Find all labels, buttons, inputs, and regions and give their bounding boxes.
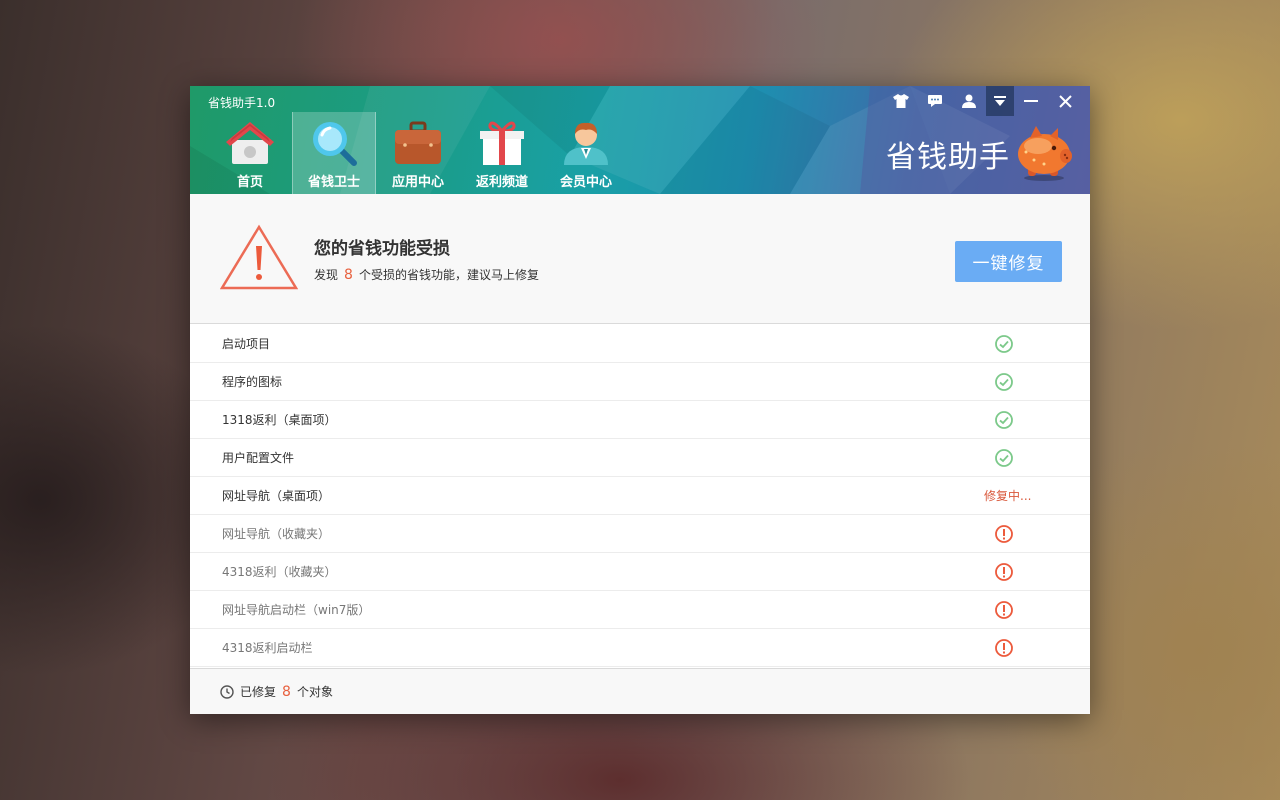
repairing-status: 修复中... <box>984 489 1032 503</box>
clock-icon <box>220 684 234 699</box>
briefcase-icon <box>393 118 443 168</box>
check-ok-icon <box>984 448 1024 467</box>
item-label: 网址导航（收藏夹） <box>222 527 331 541</box>
item-label: 用户配置文件 <box>222 451 295 465</box>
check-ok-icon <box>984 372 1024 391</box>
damaged-count: 8 <box>344 267 353 283</box>
list-item: 网址导航（桌面项） 修复中... <box>190 477 1090 515</box>
item-label: 启动项目 <box>222 337 271 351</box>
item-label: 4318返利启动栏 <box>222 641 313 655</box>
gift-icon <box>477 118 527 168</box>
nav-item-home[interactable]: 首页 <box>208 112 292 194</box>
footer-prefix: 已修复 <box>240 685 277 699</box>
app-title: 省钱助手1.0 <box>208 96 276 110</box>
status-footer: 已修复 8 个对象 <box>190 668 1090 714</box>
list-item: 网址导航（收藏夹） <box>190 515 1090 553</box>
nav-label: 省钱卫士 <box>307 175 360 190</box>
alert-sub-suffix: 个受损的省钱功能，建议马上修复 <box>358 268 539 282</box>
warning-triangle-icon <box>219 224 299 294</box>
nav-item-money-guard[interactable]: 省钱卫士 <box>292 112 376 194</box>
list-item: 程序的图标 <box>190 363 1090 401</box>
window-controls <box>884 86 1082 116</box>
footer-suffix: 个对象 <box>296 685 333 699</box>
nav-item-member-center[interactable]: 会员中心 <box>544 112 628 194</box>
footer-text: 已修复 8 个对象 <box>240 683 333 700</box>
brand-text: 省钱助手 <box>886 140 1010 175</box>
skin-icon[interactable] <box>884 86 918 116</box>
warning-circle-icon <box>984 638 1024 657</box>
nav-label: 会员中心 <box>559 175 612 190</box>
header-bar: 省钱助手1.0 首页 省钱卫士 应用中心 返利频道 会员中心 省钱助手 <box>190 86 1090 194</box>
item-label: 网址导航启动栏（win7版） <box>222 603 371 617</box>
main-nav: 首页 省钱卫士 应用中心 返利频道 会员中心 <box>208 112 628 194</box>
nav-label: 应用中心 <box>391 175 444 190</box>
nav-item-app-center[interactable]: 应用中心 <box>376 112 460 194</box>
magnifier-icon <box>309 118 359 168</box>
list-item: 4318返利启动栏 <box>190 629 1090 667</box>
nav-label: 首页 <box>236 175 263 190</box>
close-icon[interactable] <box>1048 86 1082 116</box>
alert-sub-prefix: 发现 <box>314 268 339 282</box>
list-item: 启动项目 <box>190 325 1090 363</box>
check-ok-icon <box>984 334 1024 353</box>
piggy-bank-icon <box>1014 122 1074 186</box>
warning-circle-icon <box>984 600 1024 619</box>
feedback-icon[interactable] <box>918 86 952 116</box>
user-icon[interactable] <box>952 86 986 116</box>
repaired-count: 8 <box>282 684 291 700</box>
item-label: 网址导航（桌面项） <box>222 489 331 503</box>
warning-circle-icon <box>984 524 1024 543</box>
app-window: 省钱助手1.0 首页 省钱卫士 应用中心 返利频道 会员中心 省钱助手 您的省钱… <box>190 86 1090 714</box>
menu-dropdown-icon[interactable] <box>986 86 1014 116</box>
item-label: 程序的图标 <box>222 375 283 389</box>
list-item: 用户配置文件 <box>190 439 1090 477</box>
home-icon <box>225 118 275 168</box>
minimize-icon[interactable] <box>1014 86 1048 116</box>
item-label: 1318返利（桌面项） <box>222 413 337 427</box>
item-label: 4318返利（收藏夹） <box>222 565 337 579</box>
brand-logo: 省钱助手 <box>886 122 1074 186</box>
alert-subtitle: 发现 8 个受损的省钱功能，建议马上修复 <box>314 266 539 283</box>
alert-title: 您的省钱功能受损 <box>314 239 450 259</box>
damage-alert-panel: 您的省钱功能受损 发现 8 个受损的省钱功能，建议马上修复 一键修复 <box>190 194 1090 324</box>
list-item: 1318返利（桌面项） <box>190 401 1090 439</box>
one-click-fix-button[interactable]: 一键修复 <box>955 241 1062 282</box>
nav-item-rebate-channel[interactable]: 返利频道 <box>460 112 544 194</box>
member-avatar-icon <box>561 118 611 168</box>
list-item: 网址导航启动栏（win7版） <box>190 591 1090 629</box>
list-item: 4318返利（收藏夹） <box>190 553 1090 591</box>
warning-circle-icon <box>984 562 1024 581</box>
repair-item-list: 启动项目 程序的图标 1318返利（桌面项） 用户配置文件 网址导航（桌面项） <box>190 325 1090 667</box>
check-ok-icon <box>984 410 1024 429</box>
nav-label: 返利频道 <box>475 175 528 190</box>
